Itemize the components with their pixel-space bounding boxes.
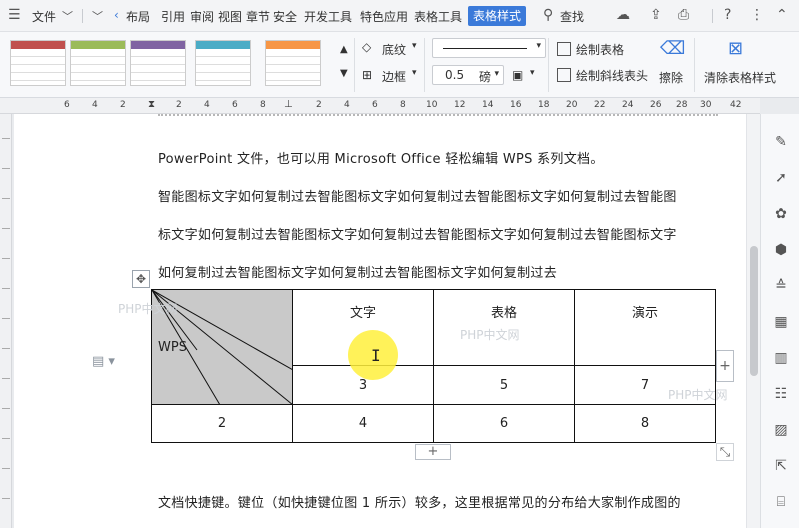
pointer-icon[interactable]: ➚ [773,170,789,186]
layers-icon[interactable]: ≙ [773,278,789,294]
export-icon[interactable]: ⎙ [678,7,689,23]
search-button[interactable]: 查找 [560,8,584,25]
watermark: PHP中文网 [118,302,178,316]
style-icon[interactable]: ✿ [773,206,789,222]
table-cell[interactable]: 5 [433,365,575,405]
pen-icon[interactable]: ✎ [773,134,789,150]
clear-style-icon: ⊠ [728,38,744,59]
clear-style-button[interactable]: 清除表格样式 [704,69,776,86]
table-cell[interactable]: 6 [433,404,575,443]
corner-label: WPS [158,339,187,355]
horizontal-ruler[interactable]: 6 4 2 2 4 6 8 ⧗ ⊥ 2 4 6 8 10 12 14 16 18… [0,98,760,114]
table-style-orange[interactable] [265,40,321,86]
table-cell[interactable]: 2 [151,404,293,443]
draw-table-button[interactable]: 绘制表格 [576,41,624,58]
paragraph-line-2: 智能图标文字如何复制过去智能图标文字如何复制过去智能图标文字如何复制过去智能图 [158,190,677,205]
tab-view[interactable]: 视图 [218,8,242,25]
paragraph-line-1: PowerPoint 文件，也可以用 Microsoft Office 轻松编辑… [158,152,604,167]
paragraph-line-4: 如何复制过去智能图标文字如何复制过去智能图标文字如何复制过去 [158,266,558,281]
draw-diagonal-button[interactable]: 绘制斜线表头 [576,67,648,84]
shading-icon[interactable]: ◇ [362,40,371,54]
paragraph-menu-icon[interactable]: ▤ ▾ [92,354,115,369]
right-side-panel: ✎ ➚ ✿ ⬢ ≙ ▦ ▥ ☷ ▨ ⇱ ⌸ [760,114,799,528]
help-icon[interactable]: ? [724,7,731,23]
tab-features[interactable]: 特色应用 [360,8,408,25]
draw-table-icon [557,42,571,56]
table-style-red[interactable] [10,40,66,86]
add-row-button[interactable]: + [415,444,451,460]
erase-button[interactable]: 擦除 [659,69,683,86]
scroll-left-icon[interactable]: ‹ [114,8,119,22]
table-style-green[interactable] [70,40,126,86]
hamburger-icon[interactable]: ☰ [8,7,21,23]
tab-table-tools[interactable]: 表格工具 [414,8,462,25]
tab-section[interactable]: 章节 [246,8,270,25]
ribbon: ▲ ▼ ◇ 底纹 ▾ ⊞ 边框 ▾ ▾ 0.5 磅 ▾ ▣ ▾ 绘制表格 绘制斜… [0,32,799,98]
border-dropdown-icon[interactable]: ▾ [412,68,417,78]
table-style-blue[interactable] [195,40,251,86]
indent-marker-icon[interactable]: ⧗ [148,99,155,110]
document-table[interactable]: WPS 文字 表格 演示 3 5 7 2 4 6 8 [151,289,716,443]
text-cursor-icon: I [371,346,381,365]
paragraph-line-5: 文档快捷键。键位（如快捷键位图 1 所示）较多，这里根据常见的分布给大家制作成图… [158,496,681,511]
shading-dropdown-icon[interactable]: ▾ [412,41,417,51]
line-width-select[interactable]: 0.5 磅 ▾ [432,65,504,85]
tab-review[interactable]: 审阅 [190,8,214,25]
watermark: PHP中文网 [460,328,520,342]
shapes-icon[interactable]: ⬢ [773,242,789,258]
collapse-ribbon-icon[interactable]: ⌃ [776,7,788,23]
tab-table-style[interactable]: 表格样式 [468,6,527,26]
image-icon[interactable]: ▨ [773,422,789,438]
tab-marker-icon[interactable]: ⊥ [284,99,293,110]
table-move-handle-icon[interactable]: ✥ [132,270,150,288]
collapse-icon[interactable]: ﹀ [92,9,103,25]
chevron-down-icon[interactable]: ﹀ [62,9,73,25]
table-style-purple[interactable] [130,40,186,86]
tab-developer[interactable]: 开发工具 [304,8,352,25]
menu-bar: ☰ 文件 ﹀ ﹀ ‹ 布局 引用 审阅 视图 章节 安全 开发工具 特色应用 表… [0,0,799,32]
styles-more-icon[interactable]: ▼ [340,68,348,79]
tab-security[interactable]: 安全 [273,8,297,25]
cloud-sync-icon[interactable]: ☁ [616,7,630,23]
scrollbar-thumb[interactable] [750,246,758,376]
border-icon[interactable]: ⊞ [362,68,372,82]
toolbox-icon[interactable]: ⌸ [773,494,789,510]
menu-file[interactable]: 文件 [32,8,56,25]
styles-up-icon[interactable]: ▲ [340,44,348,55]
share-icon[interactable]: ⇪ [650,7,662,23]
border-button[interactable]: 边框 [382,68,406,85]
paragraph-line-3: 标文字如何复制过去智能图标文字如何复制过去智能图标文字如何复制过去智能图标文字 [158,228,677,243]
share-side-icon[interactable]: ⇱ [773,458,789,474]
table-cell[interactable]: 4 [292,404,434,443]
draw-diagonal-icon [557,68,571,82]
search-icon[interactable]: ⚲ [543,7,553,23]
line-color-dropdown-icon[interactable]: ▾ [530,68,535,78]
grid-icon[interactable]: ▦ [773,314,789,330]
table-cell[interactable]: 8 [574,404,716,443]
line-color-icon[interactable]: ▣ [512,68,523,82]
more-icon[interactable]: ⋮ [750,7,764,23]
tab-reference[interactable]: 引用 [161,8,185,25]
watermark: PHP中文网 [668,388,728,402]
tab-layout[interactable]: 布局 [126,8,150,25]
settings-sliders-icon[interactable]: ☷ [773,386,789,402]
erase-icon: ⌫ [660,38,686,59]
shading-button[interactable]: 底纹 [382,41,406,58]
add-column-button[interactable]: + [716,350,734,382]
table-resize-handle-icon[interactable]: ⤡ [716,443,734,461]
header-cell[interactable]: 演示 [574,289,716,366]
line-style-select[interactable]: ▾ [432,38,546,58]
vertical-ruler[interactable] [0,114,12,528]
chart-icon[interactable]: ▥ [773,350,789,366]
vertical-scrollbar[interactable] [746,114,760,528]
